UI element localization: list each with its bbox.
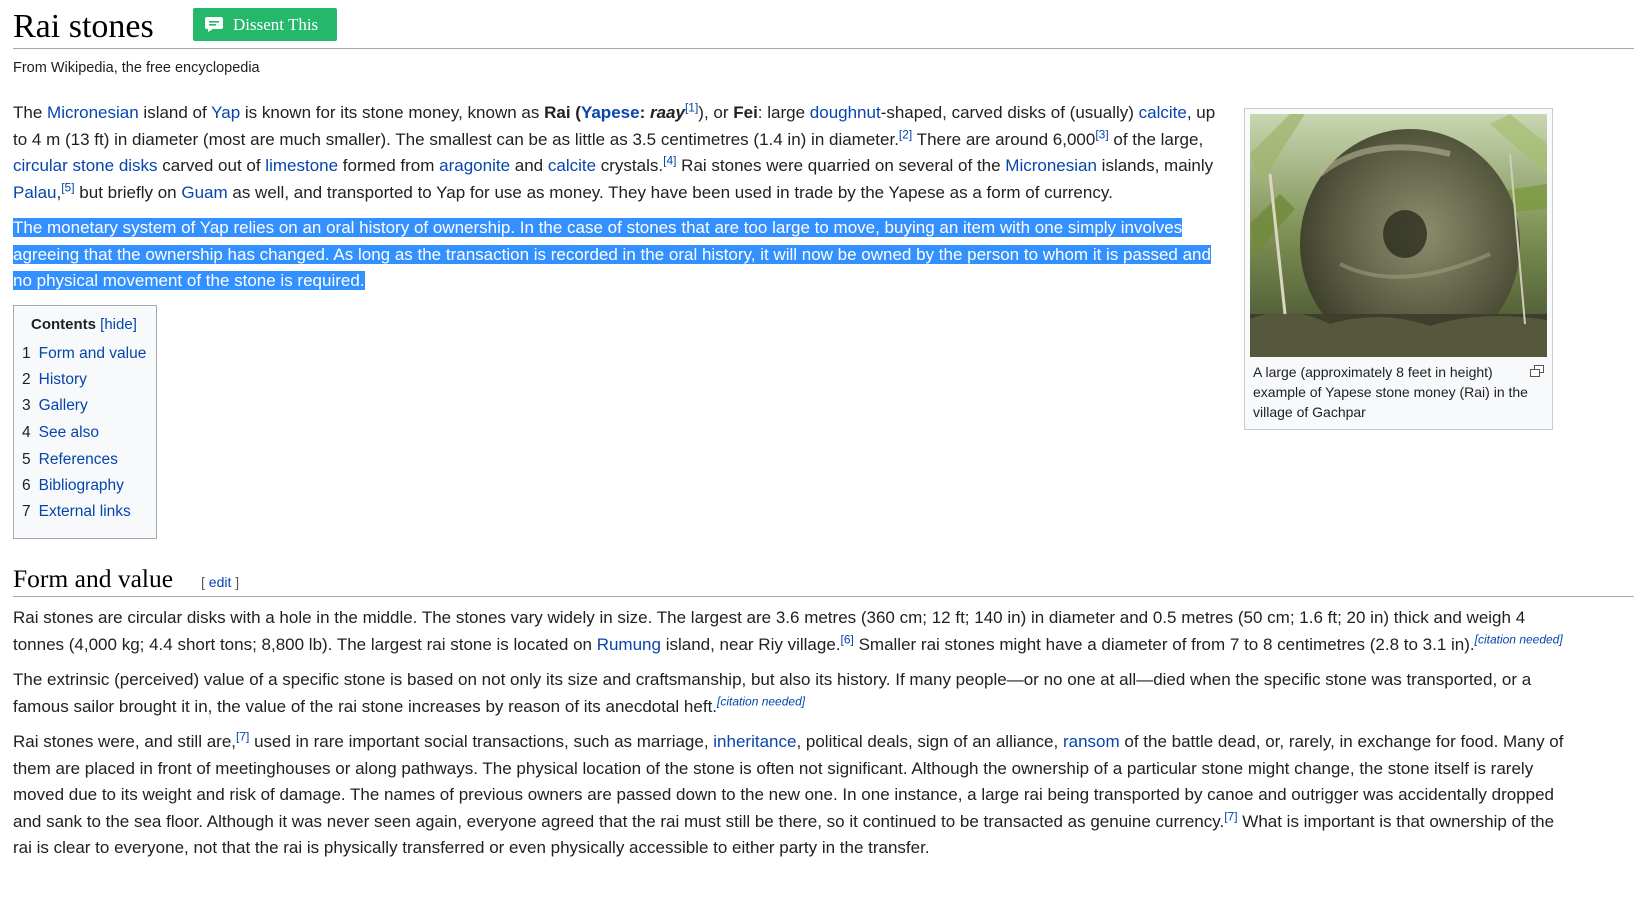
toc-hide-link[interactable]: [hide] xyxy=(100,316,137,333)
form-paragraph-2: The extrinsic (perceived) value of a spe… xyxy=(13,670,1532,716)
dissent-button[interactable]: Dissent This xyxy=(193,8,337,41)
citation-needed-1[interactable]: [citation needed] xyxy=(1475,632,1563,646)
link-palau[interactable]: Palau xyxy=(13,183,56,202)
link-ransom[interactable]: ransom xyxy=(1063,732,1120,751)
toc-item-external-links[interactable]: 7 External links xyxy=(22,503,131,521)
comment-icon xyxy=(204,16,224,33)
figure-caption: A large (approximately 8 feet in height)… xyxy=(1253,364,1528,420)
form-paragraph-1: Rai stones are circular disks with a hol… xyxy=(13,608,1563,654)
link-doughnut[interactable]: doughnut xyxy=(810,103,881,122)
enlarge-icon[interactable] xyxy=(1530,362,1544,377)
form-paragraph-3: Rai stones were, and still are,[7] used … xyxy=(13,729,1564,858)
ref-7[interactable]: [7] xyxy=(236,729,249,743)
link-micronesian[interactable]: Micronesian xyxy=(47,103,139,122)
link-guam[interactable]: Guam xyxy=(181,183,227,202)
citation-needed-2[interactable]: [citation needed] xyxy=(717,694,805,708)
section-edit: [ edit ] xyxy=(201,574,240,590)
selected-paragraph[interactable]: The monetary system of Yap relies on an … xyxy=(13,215,1233,295)
ref-2[interactable]: [2] xyxy=(899,127,912,141)
ref-1[interactable]: [1] xyxy=(685,100,698,114)
ref-5[interactable]: [5] xyxy=(61,180,74,194)
dissent-label: Dissent This xyxy=(233,14,319,34)
link-yapese[interactable]: Yapese xyxy=(581,103,640,122)
toc-header: Contents [hide] xyxy=(31,316,137,333)
site-tagline: From Wikipedia, the free encyclopedia xyxy=(13,60,260,76)
toc-item-gallery[interactable]: 3 Gallery xyxy=(22,397,88,415)
toc-item-history[interactable]: 2 History xyxy=(22,371,87,389)
toc-item-form-and-value[interactable]: 1 Form and value xyxy=(22,345,146,363)
section-title: Form and value xyxy=(13,564,174,593)
page-title: Rai stones xyxy=(13,8,154,45)
link-aragonite[interactable]: aragonite xyxy=(439,156,510,175)
link-yap[interactable]: Yap xyxy=(211,103,240,122)
section-heading-form-and-value: Form and value [ edit ] xyxy=(13,560,1634,597)
section-edit-link[interactable]: edit xyxy=(209,574,232,590)
table-of-contents: Contents [hide] 1 Form and value 2 History… xyxy=(13,305,157,539)
infobox-figure: A large (approximately 8 feet in height)… xyxy=(1244,108,1553,430)
intro-paragraph: The Micronesian island of Yap is known f… xyxy=(13,100,1216,202)
title-row: Rai stones Dissent This xyxy=(13,4,1634,49)
ref-7b[interactable]: [7] xyxy=(1224,809,1237,823)
ref-6[interactable]: [6] xyxy=(841,632,854,646)
link-calcite[interactable]: calcite xyxy=(1139,103,1187,122)
toc-item-references[interactable]: 5 References xyxy=(22,451,118,469)
toc-item-see-also[interactable]: 4 See also xyxy=(22,424,99,442)
link-rumung[interactable]: Rumung xyxy=(597,635,661,654)
toc-item-bibliography[interactable]: 6 Bibliography xyxy=(22,477,124,495)
ref-3[interactable]: [3] xyxy=(1095,127,1108,141)
link-calcite-2[interactable]: calcite xyxy=(548,156,596,175)
link-circular-stone-disks[interactable]: circular stone disks xyxy=(13,156,158,175)
link-micronesian-2[interactable]: Micronesian xyxy=(1005,156,1097,175)
link-inheritance[interactable]: inheritance xyxy=(713,732,796,751)
ref-4[interactable]: [4] xyxy=(663,154,676,168)
link-limestone[interactable]: limestone xyxy=(265,156,338,175)
rai-stone-photo[interactable] xyxy=(1250,114,1547,357)
